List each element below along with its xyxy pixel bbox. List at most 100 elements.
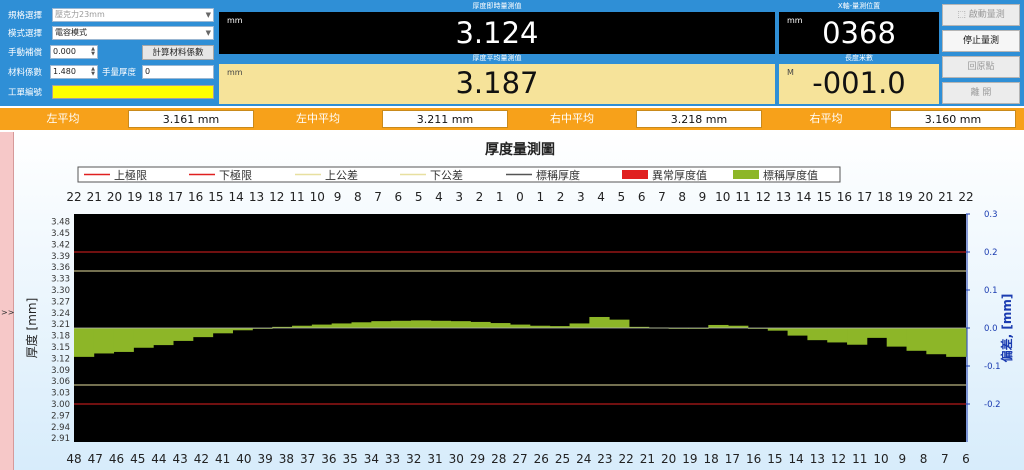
top-tick-label: 17 xyxy=(168,190,183,204)
start-measure-button[interactable]: ⬚ 啟動量測 xyxy=(942,4,1020,26)
x-position-display: X軸-量測位置 mm 0368 xyxy=(779,0,939,56)
realtime-title: 厚度即時量測值 xyxy=(472,2,522,10)
app-window: 規格選擇 壓克力23mm ▼ 模式選擇 電容模式 ▼ 手動補償 0.000 ▲ ▼ xyxy=(0,0,1024,470)
manual-thick-input[interactable]: 0 xyxy=(142,65,214,79)
bottom-tick-label: 47 xyxy=(88,452,103,466)
average-thickness-display: 厚度平均量測值 mm 3.187 xyxy=(219,52,775,104)
bottom-tick-label: 20 xyxy=(661,452,676,466)
thickness-bar xyxy=(470,321,491,328)
top-tick-label: 18 xyxy=(147,190,162,204)
bottom-tick-label: 39 xyxy=(258,452,273,466)
top-tick-label: 13 xyxy=(249,190,264,204)
thickness-bar xyxy=(589,316,610,328)
spinner-arrows-icon[interactable]: ▲ ▼ xyxy=(90,47,96,57)
top-tick-label: 15 xyxy=(208,190,223,204)
thickness-bar xyxy=(93,328,115,354)
top-tick-label: 9 xyxy=(334,190,342,204)
work-order-row: 工單編號 xyxy=(8,85,52,99)
y-tick-label: 3.45 xyxy=(51,229,70,239)
bottom-tick-label: 42 xyxy=(194,452,209,466)
top-tick-label: 6 xyxy=(395,190,403,204)
top-tick-label: 17 xyxy=(857,190,872,204)
mode-row: 模式選擇 xyxy=(8,26,52,40)
y-tick-label: 3.15 xyxy=(51,343,70,353)
average-panel: mm 3.187 xyxy=(219,64,775,104)
thickness-bar xyxy=(886,328,907,347)
legend-label: 下極限 xyxy=(219,168,252,182)
side-collapse-handle[interactable]: >> xyxy=(0,132,14,470)
bottom-tick-label: 8 xyxy=(920,452,928,466)
bottom-tick-label: 37 xyxy=(300,452,315,466)
y2-tick-label: 0.3 xyxy=(984,210,998,220)
bottom-tick-label: 6 xyxy=(962,452,970,466)
bottom-tick-label: 14 xyxy=(788,452,803,466)
chart-background: 厚度量測圖 上極限 下極限 上公差 下公差 標稱厚度 異常厚度值 標稱厚度值 3.48 3.45 3… xyxy=(14,132,1024,470)
thickness-chart: 厚度量測圖上極限 下極限 上公差 下公差 標稱厚度 異常厚度值 標稱厚度值3.483.453… xyxy=(24,141,1014,466)
right-mid-average-label: 右中平均 xyxy=(550,112,594,125)
bottom-tick-label: 26 xyxy=(534,452,549,466)
y-tick-label: 3.27 xyxy=(51,297,70,307)
top-tick-label: 16 xyxy=(837,190,852,204)
material-coef-label: 材料係數 xyxy=(8,68,43,78)
work-order-input[interactable] xyxy=(52,85,214,99)
thickness-bar xyxy=(708,324,729,328)
manual-thick-label: 手量厚度 xyxy=(102,68,137,78)
bottom-tick-label: 48 xyxy=(66,452,81,466)
length-panel: M -001.0 xyxy=(779,64,939,104)
top-tick-label: 4 xyxy=(435,190,443,204)
y2-tick-label: -0.1 xyxy=(984,362,1001,372)
bottom-tick-label: 24 xyxy=(576,452,591,466)
legend-label: 標稱厚度 xyxy=(536,168,580,182)
work-order-label: 工單編號 xyxy=(8,88,43,98)
top-tick-label: 3 xyxy=(455,190,463,204)
bottom-tick-label: 34 xyxy=(364,452,379,466)
thickness-bar xyxy=(311,324,333,328)
x-position-title: X軸-量測位置 xyxy=(837,2,881,10)
x-position-panel: mm 0368 xyxy=(779,12,939,54)
spec-select-value: 壓克力23mm xyxy=(55,10,105,19)
spinner-arrows-icon[interactable]: ▲ ▼ xyxy=(90,67,96,77)
legend-label: 上極限 xyxy=(114,168,147,182)
y2-tick-label: -0.2 xyxy=(984,400,1001,410)
top-tick-label: 16 xyxy=(188,190,203,204)
material-coef-row: 材料係數 xyxy=(8,65,52,79)
y-axis-label: 厚度 [mm] xyxy=(24,298,39,359)
x-position-value: 0368 xyxy=(822,16,896,50)
right-average-label: 右平均 xyxy=(809,112,843,125)
manual-comp-stepper[interactable]: 0.000 ▲ ▼ xyxy=(50,45,98,59)
top-tick-label: 6 xyxy=(638,190,646,204)
exit-button[interactable]: 離 開 xyxy=(942,82,1020,104)
calc-material-coef-button[interactable]: 計算材料係數 xyxy=(142,45,214,60)
y-tick-label: 3.03 xyxy=(51,389,70,399)
top-tick-label: 14 xyxy=(229,190,244,204)
thickness-bar xyxy=(827,328,848,343)
legend-swatch xyxy=(622,170,648,179)
stop-measure-button[interactable]: 停止量測 xyxy=(942,30,1020,52)
thickness-bar xyxy=(391,320,412,328)
home-button[interactable]: 回原點 xyxy=(942,56,1020,78)
top-tick-label: 15 xyxy=(816,190,831,204)
bottom-tick-label: 32 xyxy=(406,452,421,466)
y-tick-label: 3.48 xyxy=(51,218,70,228)
y-tick-label: 2.94 xyxy=(51,423,70,433)
bottom-tick-label: 43 xyxy=(173,452,188,466)
mode-select[interactable]: 電容模式 ▼ xyxy=(52,26,214,40)
y-tick-label: 2.91 xyxy=(51,434,70,444)
thickness-bar xyxy=(807,328,828,341)
thickness-bar xyxy=(113,328,134,352)
bottom-tick-label: 28 xyxy=(491,452,506,466)
top-tick-label: 5 xyxy=(415,190,423,204)
bottom-tick-label: 40 xyxy=(236,452,251,466)
top-tick-label: 9 xyxy=(699,190,707,204)
bottom-tick-label: 9 xyxy=(898,452,906,466)
mode-select-value: 電容模式 xyxy=(55,28,87,37)
left-mid-average-value: 3.211 mm xyxy=(382,110,508,128)
material-coef-stepper[interactable]: 1.480 ▲ ▼ xyxy=(50,65,98,79)
bottom-tick-label: 12 xyxy=(831,452,846,466)
top-tick-label: 21 xyxy=(938,190,953,204)
spec-select[interactable]: 壓克力23mm ▼ xyxy=(52,8,214,22)
y2-axis-label: 偏差, [mm] xyxy=(999,294,1014,363)
y-tick-label: 3.12 xyxy=(51,354,70,364)
top-tick-label: 5 xyxy=(618,190,626,204)
y-tick-label: 3.00 xyxy=(51,400,70,410)
